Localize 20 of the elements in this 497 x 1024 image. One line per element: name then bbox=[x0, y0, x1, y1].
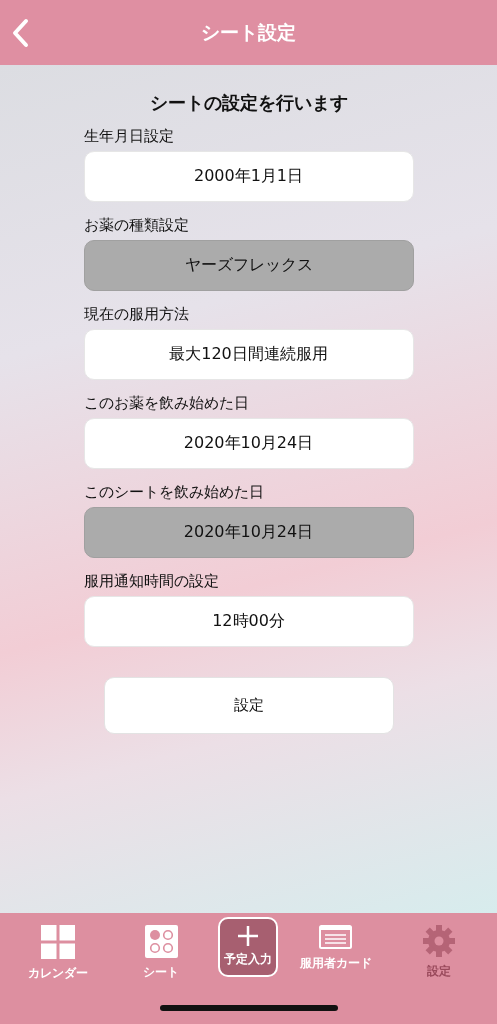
field-label: 現在の服用方法 bbox=[83, 305, 190, 324]
field-label: 生年月日設定 bbox=[83, 127, 175, 146]
back-icon[interactable] bbox=[10, 18, 30, 48]
pill-sheet-icon bbox=[144, 925, 178, 958]
screen-title: シート設定 bbox=[201, 19, 296, 45]
value-field[interactable]: 最大120日間連続服用 bbox=[83, 329, 414, 380]
settings-icon bbox=[423, 925, 456, 957]
field-label: お薬の種類設定 bbox=[83, 216, 190, 235]
value-field[interactable]: 2020年10月24日 bbox=[83, 418, 414, 469]
tab-item[interactable]: 予定入力 bbox=[218, 917, 279, 977]
card-icon bbox=[319, 925, 353, 949]
value-field[interactable]: 12時00分 bbox=[83, 596, 414, 647]
settings-button[interactable]: 設定 bbox=[103, 677, 394, 734]
grid-icon bbox=[40, 925, 75, 959]
field-label: このシートを飲み始めた日 bbox=[83, 483, 265, 502]
field-label: 服用通知時間の設定 bbox=[83, 572, 220, 591]
field-label: このお薬を飲み始めた日 bbox=[83, 394, 250, 413]
plus-icon bbox=[237, 925, 260, 947]
value-field[interactable]: 2000年1月1日 bbox=[83, 151, 414, 202]
section-heading: シートの設定を行います bbox=[149, 91, 348, 115]
